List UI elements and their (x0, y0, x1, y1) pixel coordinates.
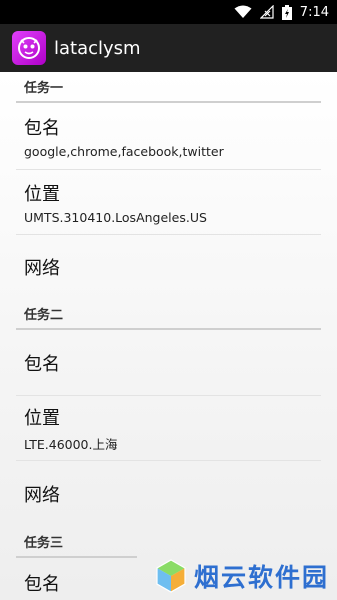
section-header-task-2: 任务二 (16, 299, 321, 330)
pref-title: 网络 (24, 485, 60, 506)
pref-title: 网络 (24, 258, 60, 279)
pref-summary: UMTS.310410.LosAngeles.US (24, 209, 207, 225)
pref-location-task-2[interactable]: 位置 LTE.46000.上海 (16, 396, 321, 461)
pref-title: 包名 (24, 117, 60, 139)
wifi-icon (234, 5, 252, 18)
pref-summary: google,chrome,facebook,twitter (24, 143, 224, 159)
pref-location-task-1[interactable]: 位置 UMTS.310410.LosAngeles.US (16, 170, 321, 235)
section-header-task-3: 任务三 (16, 527, 137, 558)
watermark-text: 烟云软件园 (193, 563, 329, 592)
status-bar: 7:14 (0, 0, 337, 24)
pref-title: 位置 (24, 183, 60, 205)
pref-network-task-2[interactable]: 网络 (16, 461, 321, 527)
app-logo-icon (12, 31, 46, 65)
status-time: 7:14 (299, 4, 329, 20)
cube-logo-icon (156, 559, 186, 593)
pref-title: 包名 (24, 353, 60, 375)
watermark: 烟云软件园 (154, 558, 329, 594)
pref-package-name-task-1[interactable]: 包名 google,chrome,facebook,twitter (16, 103, 321, 170)
pref-package-name-task-2[interactable]: 包名 (16, 330, 321, 396)
preferences-list: 任务一 包名 google,chrome,facebook,twitter 位置… (0, 72, 337, 600)
pref-summary: LTE.46000.上海 (24, 436, 118, 452)
cellular-icon (259, 5, 274, 19)
pref-title: 位置 (24, 407, 60, 429)
pref-network-task-1[interactable]: 网络 (16, 235, 321, 299)
app-bar: lataclysm (0, 24, 337, 72)
app-title: lataclysm (54, 37, 141, 59)
section-header-task-1: 任务一 (16, 72, 321, 103)
battery-icon (281, 4, 292, 20)
